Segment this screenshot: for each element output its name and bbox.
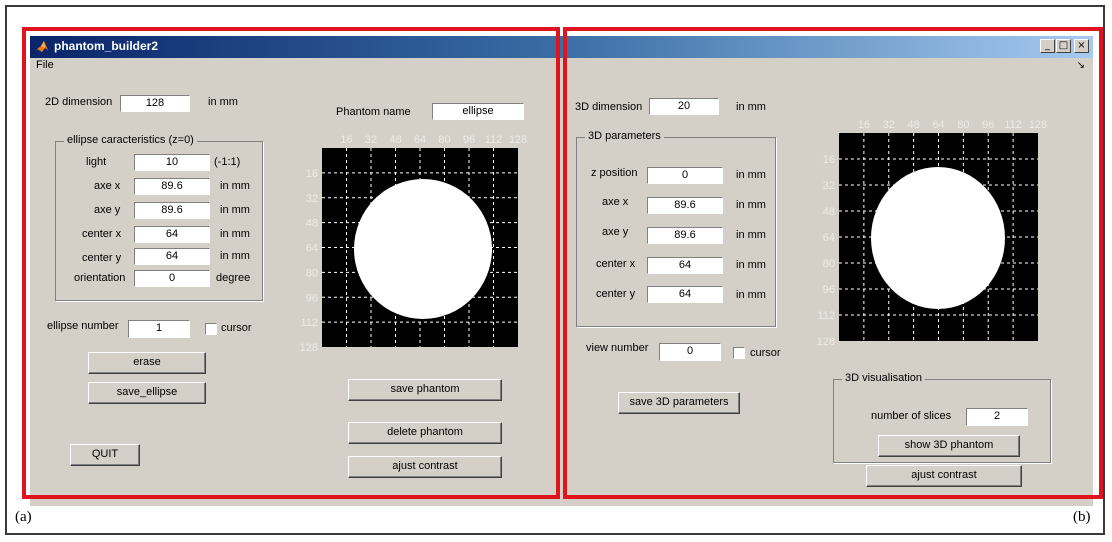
panel-a-highlight: [22, 27, 560, 499]
caption-a: (a): [15, 509, 32, 525]
panel-b-highlight: [563, 27, 1103, 499]
caption-b: (b): [1073, 509, 1091, 525]
